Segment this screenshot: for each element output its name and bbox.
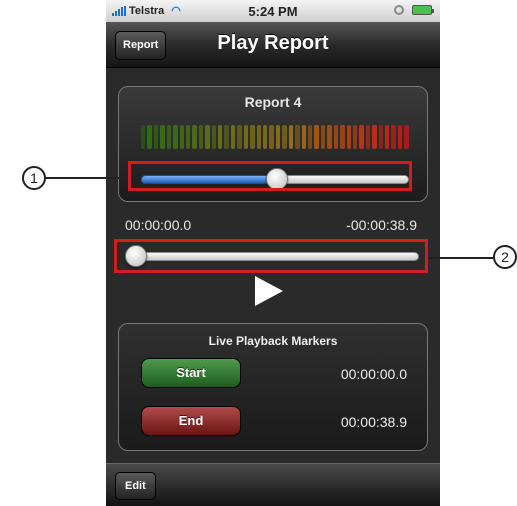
status-time: 5:24 PM xyxy=(248,4,298,19)
page-title: Play Report xyxy=(217,32,329,54)
level-meter-segment xyxy=(340,125,345,149)
level-meter-segment xyxy=(205,125,210,149)
level-meter-segment xyxy=(141,125,146,149)
level-meter-segment xyxy=(333,125,339,149)
callout-2-highlight xyxy=(114,239,428,273)
level-meter-segment xyxy=(269,125,274,149)
level-meter-segment xyxy=(391,125,396,149)
main-content: Report 4 00:00:00.0 -00:00:38.9 Live Pla… xyxy=(106,68,440,463)
start-marker-button[interactable]: Start xyxy=(141,358,241,388)
callout-2-marker: 2 xyxy=(493,245,517,269)
level-meter-segment xyxy=(192,125,197,149)
level-meter-segment xyxy=(153,125,159,149)
level-meter-segment xyxy=(307,125,313,149)
bottom-toolbar: Edit xyxy=(106,463,440,506)
level-meter-segment xyxy=(359,125,364,149)
status-right xyxy=(394,5,434,15)
level-meter-segment xyxy=(365,125,371,149)
level-meter-segment xyxy=(404,125,409,149)
callout-1-leader-line xyxy=(44,177,128,179)
screenshot-stage: Telstra ◠ 5:24 PM Report Play Report Rep… xyxy=(0,0,517,506)
end-marker-time: 00:00:38.9 xyxy=(340,414,407,430)
battery-icon xyxy=(412,5,434,15)
edit-button[interactable]: Edit xyxy=(115,472,156,500)
level-meter-segment xyxy=(397,125,403,149)
level-meter-segment xyxy=(237,125,242,149)
level-meter-segment xyxy=(314,125,319,149)
end-marker-button[interactable]: End xyxy=(141,406,241,436)
rotation-lock-icon xyxy=(394,5,404,15)
callout-1-marker: 1 xyxy=(22,166,46,190)
level-meter-segment xyxy=(282,125,287,149)
start-marker-time: 00:00:00.0 xyxy=(340,366,407,382)
level-meter-segment xyxy=(211,125,217,149)
play-button[interactable] xyxy=(255,276,283,306)
level-meter-segment xyxy=(295,125,300,149)
level-meter-segment xyxy=(263,125,268,149)
level-meter-segment xyxy=(256,125,262,149)
phone-screen: Telstra ◠ 5:24 PM Report Play Report Rep… xyxy=(106,0,440,506)
report-title: Report 4 xyxy=(244,94,302,110)
navigation-bar: Report Play Report xyxy=(106,22,440,68)
level-meter-segment xyxy=(230,125,236,149)
level-meter-segment xyxy=(243,125,249,149)
markers-title: Live Playback Markers xyxy=(208,334,338,348)
remaining-time: -00:00:38.9 xyxy=(346,217,417,233)
callout-2-leader-line xyxy=(429,257,495,259)
level-meter-segment xyxy=(301,125,306,149)
status-bar: Telstra ◠ 5:24 PM xyxy=(106,0,440,22)
callout-1-highlight xyxy=(128,161,412,191)
audio-level-meter xyxy=(141,125,409,149)
level-meter-segment xyxy=(288,125,294,149)
level-meter-segment xyxy=(378,125,384,149)
level-meter-segment xyxy=(147,125,152,149)
level-meter-segment xyxy=(185,125,191,149)
level-meter-segment xyxy=(275,125,281,149)
level-meter-segment xyxy=(346,125,351,149)
level-meter-segment xyxy=(173,125,178,149)
level-meter-segment xyxy=(352,125,358,149)
level-meter-segment xyxy=(198,125,204,149)
level-meter-segment xyxy=(218,125,223,149)
playback-markers-card: Live Playback Markers Start 00:00:00.0 E… xyxy=(118,323,428,451)
level-meter-segment xyxy=(327,125,332,149)
level-meter-segment xyxy=(250,125,255,149)
level-meter-segment xyxy=(224,125,229,149)
level-meter-segment xyxy=(372,125,377,149)
level-meter-segment xyxy=(166,125,172,149)
elapsed-time: 00:00:00.0 xyxy=(125,217,192,233)
level-meter-segment xyxy=(320,125,326,149)
level-meter-segment xyxy=(160,125,165,149)
level-meter-segment xyxy=(385,125,390,149)
level-meter-segment xyxy=(179,125,184,149)
